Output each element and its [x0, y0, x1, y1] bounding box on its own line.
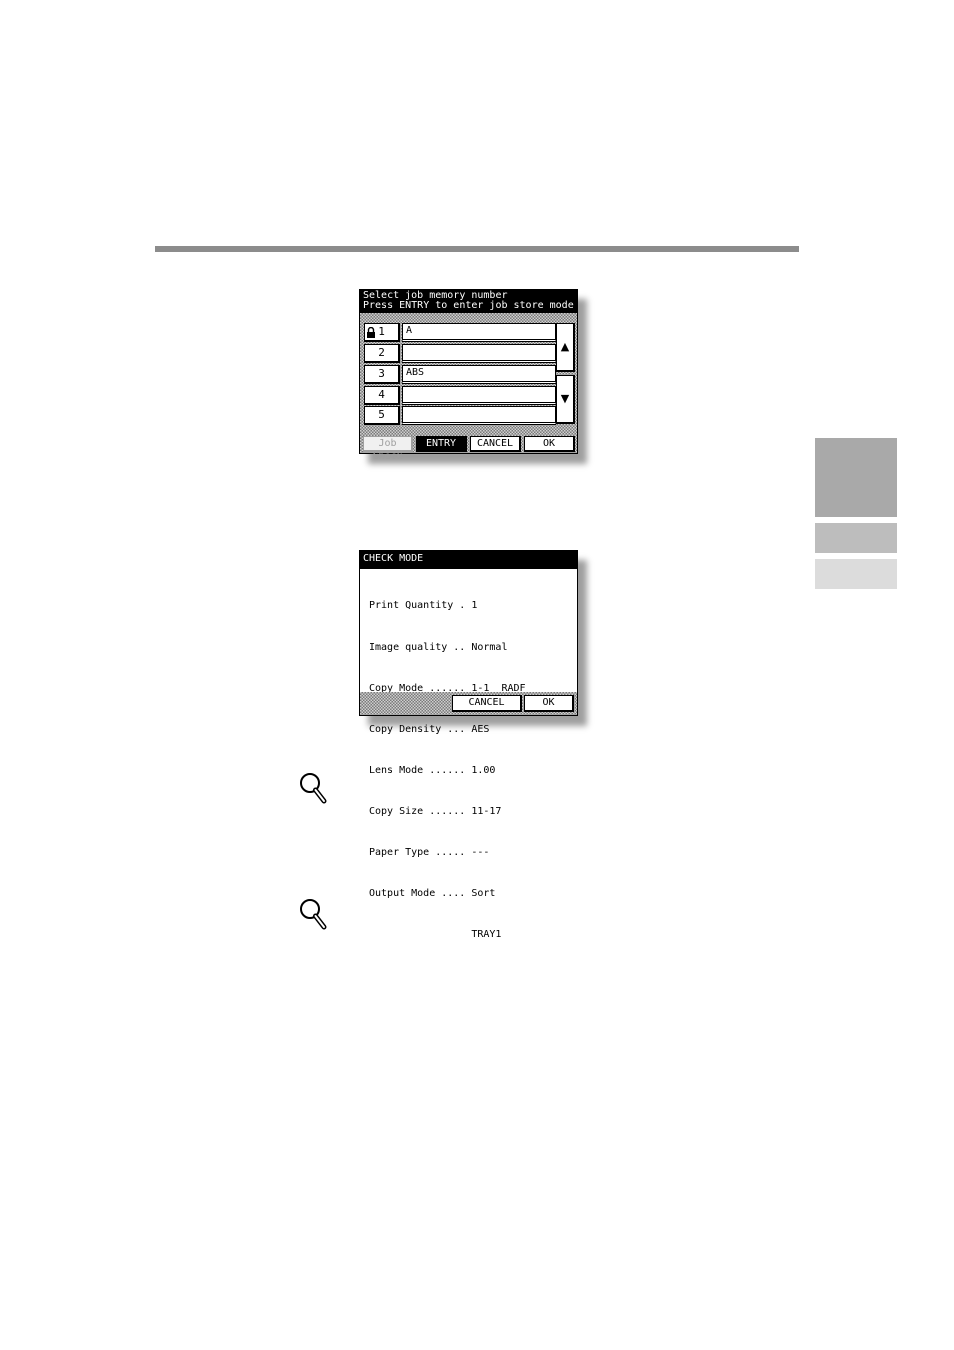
job-row-5[interactable]: 5	[364, 406, 556, 425]
ok-button[interactable]: OK	[524, 695, 574, 712]
job-number: 5	[378, 408, 385, 421]
job-number-button-5[interactable]: 5	[364, 406, 400, 425]
job-check-button[interactable]: Job Check	[363, 436, 413, 462]
ok-button[interactable]: OK	[524, 436, 575, 452]
side-tab-2	[815, 523, 897, 553]
setting-line: Copy Size ...... 11-17	[369, 805, 502, 817]
job-number-button-3[interactable]: 3	[364, 365, 400, 384]
section-rule	[155, 246, 799, 252]
check-mode-screen: CHECK MODE Print Quantity . 1 Image qual…	[359, 550, 578, 940]
screen-title: CHECK MODE	[360, 551, 577, 569]
magnifier-icon	[300, 899, 327, 930]
scroll-down-icon: ▼	[560, 392, 570, 405]
settings-list: Print Quantity . 1 Image quality .. Norm…	[369, 572, 574, 969]
job-memory-screen: Select job memory number Press ENTRY to e…	[359, 289, 578, 462]
cancel-button[interactable]: CANCEL	[452, 695, 522, 712]
setting-line: Output Mode .... Sort	[369, 888, 496, 900]
job-number: 1	[378, 325, 385, 338]
job-number: 3	[378, 367, 385, 380]
magnifier-icon	[300, 773, 327, 804]
scroll-up-button[interactable]: ▲	[556, 323, 575, 372]
job-name-field[interactable]	[402, 344, 556, 363]
job-number: 2	[378, 346, 385, 359]
header-line-2: Press ENTRY to enter job store mode	[363, 300, 574, 311]
scroll-down-button[interactable]: ▼	[556, 375, 575, 424]
job-name-field[interactable]	[402, 406, 556, 425]
job-list-area: 1 A 2 3 ABS 4 5 ▲ ▼	[360, 313, 577, 453]
setting-line: Print Quantity . 1	[369, 600, 478, 612]
job-number-button-4[interactable]: 4	[364, 386, 400, 405]
job-name-field[interactable]: A	[402, 323, 556, 342]
entry-button[interactable]: ENTRY	[416, 436, 467, 452]
job-number: 4	[378, 388, 385, 401]
job-name-field[interactable]: ABS	[402, 365, 556, 384]
setting-line: Copy Density ... AES	[369, 723, 490, 735]
side-tab-3	[815, 559, 897, 589]
job-row-2[interactable]: 2	[364, 344, 556, 363]
check-mode-footer: CANCEL OK	[360, 692, 577, 715]
job-row-4[interactable]: 4	[364, 386, 556, 405]
lock-icon	[367, 327, 375, 338]
job-number-button-2[interactable]: 2	[364, 344, 400, 363]
screen-header: Select job memory number Press ENTRY to e…	[360, 290, 577, 313]
scroll-up-icon: ▲	[560, 340, 570, 353]
job-row-3[interactable]: 3 ABS	[364, 365, 556, 384]
setting-line: Lens Mode ...... 1.00	[369, 764, 496, 776]
cancel-button[interactable]: CANCEL	[470, 436, 521, 452]
setting-line: Paper Type ..... ---	[369, 846, 490, 858]
side-tab-current	[815, 438, 897, 517]
setting-line: TRAY1	[369, 929, 502, 941]
job-row-1[interactable]: 1 A	[364, 323, 556, 342]
setting-line: Image quality .. Normal	[369, 641, 508, 653]
job-number-button-1[interactable]: 1	[364, 323, 400, 342]
job-name-field[interactable]	[402, 386, 556, 405]
